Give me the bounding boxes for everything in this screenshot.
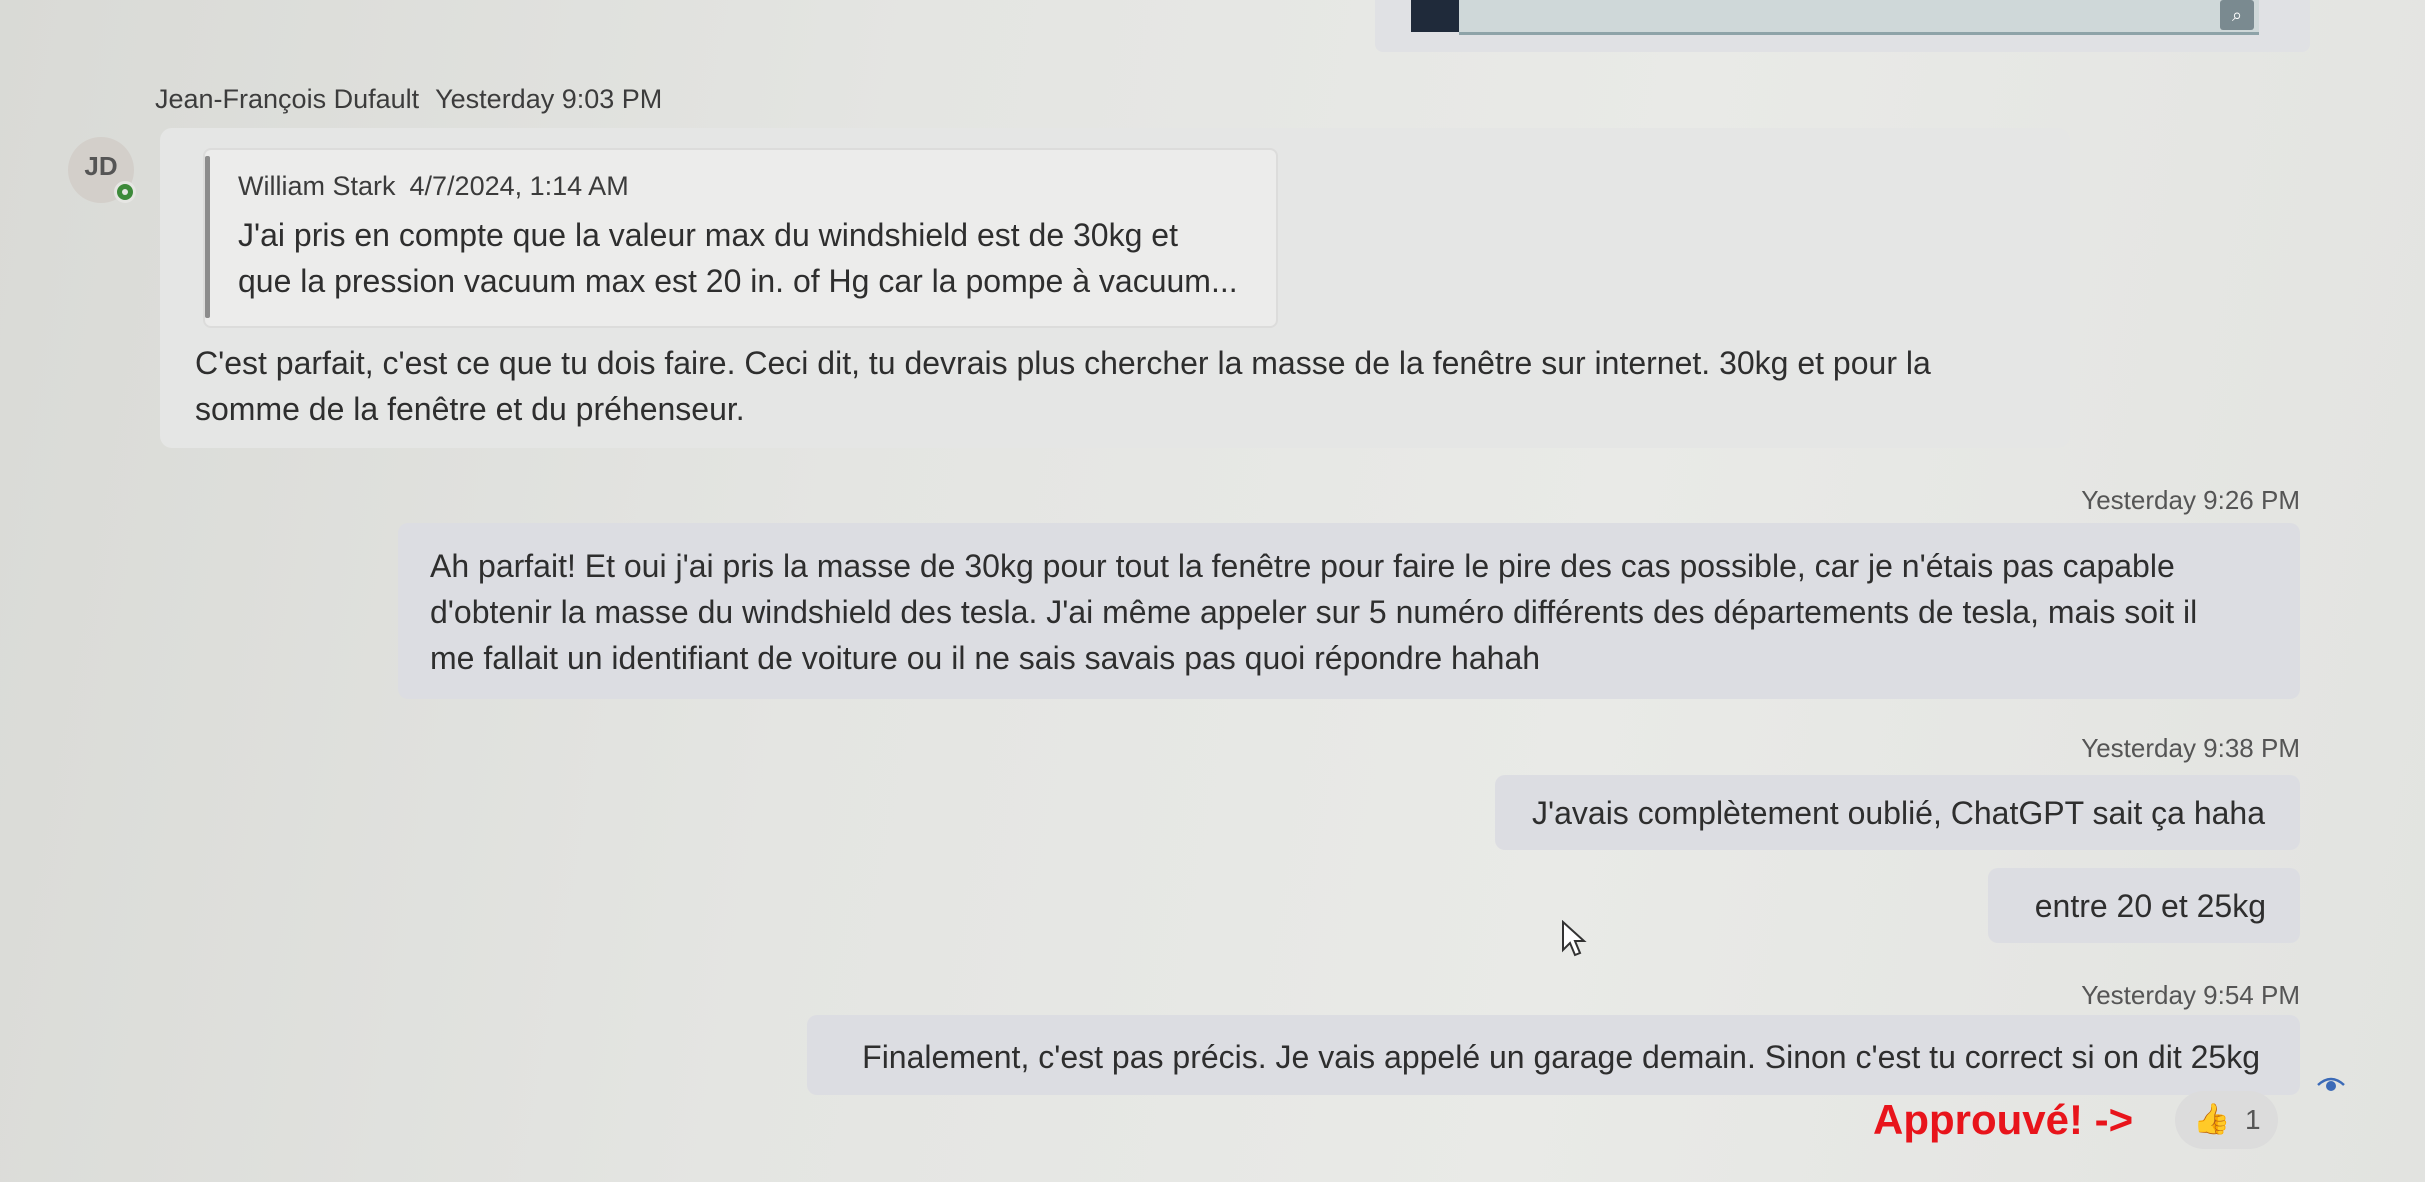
handwritten-annotation: Approuvé! -> — [1873, 1096, 2134, 1143]
message-text: Ah parfait! Et oui j'ai pris la masse de… — [430, 543, 2280, 681]
message-header: Jean-François Dufault Yesterday 9:03 PM — [155, 84, 662, 115]
reaction-badge[interactable]: 👍 1 — [2175, 1091, 2278, 1149]
message-time: Yesterday 9:26 PM — [2081, 485, 2300, 515]
zoom-in-icon[interactable]: ⌕ — [2220, 0, 2254, 30]
image-attachment[interactable]: ⌕ — [1375, 0, 2310, 52]
quote-bar — [205, 156, 210, 318]
attachment-left-edge — [1411, 0, 1459, 32]
message-text: J'avais complètement oublié, ChatGPT sai… — [1531, 795, 2265, 831]
attachment-image[interactable] — [1459, 0, 2259, 35]
message-line: somme de la fenêtre et du préhenseur. — [195, 391, 745, 427]
presence-available-icon — [114, 181, 136, 203]
message-time: Yesterday 9:03 PM — [435, 84, 663, 114]
message-line: C'est parfait, c'est ce que tu dois fair… — [195, 345, 1931, 381]
message-line: d'obtenir la masse du windshield des tes… — [430, 594, 2198, 630]
thumbs-up-icon: 👍 — [2193, 1103, 2231, 1136]
message-text: C'est parfait, c'est ce que tu dois fair… — [195, 340, 2035, 432]
reaction-count: 1 — [2245, 1104, 2261, 1135]
quote-line: J'ai pris en compte que la valeur max du… — [238, 217, 1178, 253]
quote-text: J'ai pris en compte que la valeur max du… — [238, 212, 1258, 304]
sender-name[interactable]: Jean-François Dufault — [155, 84, 419, 114]
message-time: Yesterday 9:38 PM — [2081, 733, 2300, 763]
message-text: Finalement, c'est pas précis. Je vais ap… — [862, 1039, 2260, 1075]
message-line: Ah parfait! Et oui j'ai pris la masse de… — [430, 548, 2175, 584]
message-line: me fallait un identifiant de voiture ou … — [430, 640, 1541, 676]
quote-line: que la pression vacuum max est 20 in. of… — [238, 263, 1238, 299]
message-time: Yesterday 9:54 PM — [2081, 980, 2300, 1010]
eye-icon — [2317, 1077, 2345, 1091]
quote-time: 4/7/2024, 1:14 AM — [409, 171, 629, 201]
message-text: entre 20 et 25kg — [2034, 888, 2266, 924]
mouse-cursor-icon — [1562, 920, 1587, 957]
quote-author: William Stark — [238, 171, 396, 201]
quote-header: William Stark 4/7/2024, 1:14 AM — [238, 171, 629, 202]
